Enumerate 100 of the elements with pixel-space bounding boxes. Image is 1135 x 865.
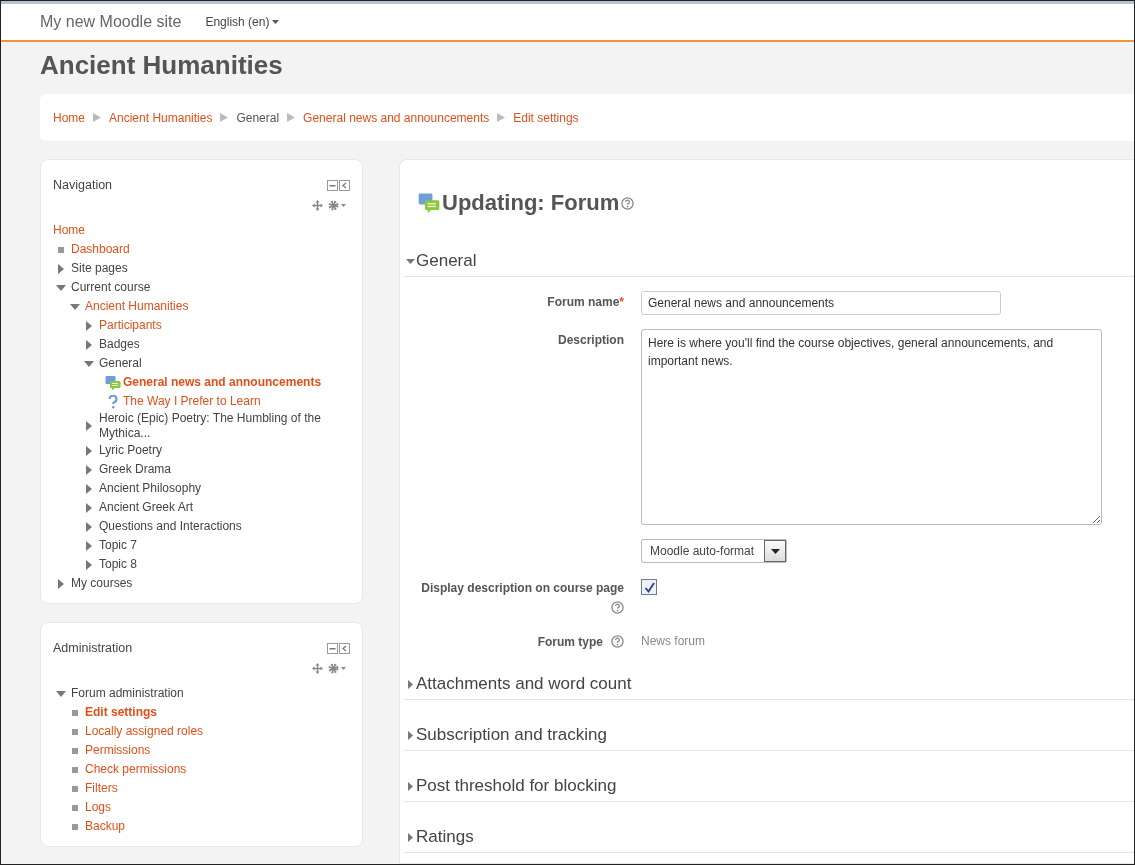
breadcrumb-link[interactable]: Home: [53, 110, 85, 125]
nav-item[interactable]: My courses: [71, 576, 133, 591]
section-title[interactable]: General: [416, 251, 477, 271]
nav-link[interactable]: The Way I Prefer to Learn: [123, 394, 261, 409]
nav-link[interactable]: Ancient Humanities: [85, 299, 189, 314]
field-label: Display description on course page: [421, 581, 624, 595]
nav-item[interactable]: Greek Drama: [99, 462, 172, 477]
caret-right-icon[interactable]: [86, 483, 92, 494]
format-select[interactable]: Moodle auto-format: [641, 539, 787, 563]
nav-item[interactable]: Badges: [99, 337, 140, 352]
bullet-icon: [72, 804, 78, 811]
separator-icon: [497, 113, 506, 122]
nav-item[interactable]: Site pages: [71, 261, 128, 276]
nav-link[interactable]: Logs: [85, 800, 112, 815]
nav-link[interactable]: Filters: [85, 781, 118, 796]
caret-right-icon[interactable]: [58, 263, 64, 274]
nav-item[interactable]: General: [99, 356, 142, 371]
caret-down-icon[interactable]: [56, 284, 66, 291]
bullet-icon: [72, 766, 78, 773]
nav-item[interactable]: Current course: [71, 280, 151, 295]
checkbox[interactable]: [641, 579, 657, 595]
nav-link[interactable]: Backup: [85, 819, 126, 834]
bullet-icon: [72, 709, 78, 716]
bullet-icon: [72, 785, 78, 792]
field-label: Description: [558, 333, 624, 347]
dock-icon[interactable]: [339, 179, 350, 191]
dock-icon[interactable]: [339, 642, 350, 654]
nav-link[interactable]: Check permissions: [85, 762, 187, 777]
caret-down-icon: [272, 20, 280, 24]
move-icon[interactable]: [312, 663, 323, 674]
bullet-icon: [72, 747, 78, 754]
nav-link[interactable]: Dashboard: [71, 242, 130, 257]
bullet-icon: [72, 728, 78, 735]
nav-item[interactable]: Questions and Interactions: [99, 519, 242, 534]
caret-right-icon[interactable]: [407, 832, 413, 842]
caret-right-icon[interactable]: [407, 679, 413, 689]
separator-icon: [287, 113, 296, 122]
nav-link[interactable]: Edit settings: [85, 705, 157, 720]
minimize-icon[interactable]: [327, 642, 338, 654]
nav-link[interactable]: General news and announcements: [123, 375, 322, 390]
help-icon[interactable]: [611, 635, 624, 648]
field-label: Forum name: [547, 295, 620, 309]
caret-right-icon[interactable]: [86, 464, 92, 475]
breadcrumb-link[interactable]: General news and announcements: [303, 110, 490, 125]
caret-right-icon[interactable]: [86, 502, 92, 513]
question-mark-icon: [108, 394, 118, 409]
block-title: Navigation: [53, 178, 113, 192]
move-icon[interactable]: [312, 200, 323, 211]
breadcrumb-item: General: [236, 110, 280, 125]
caret-down-icon[interactable]: [84, 360, 94, 367]
caret-right-icon[interactable]: [86, 320, 92, 331]
nav-item[interactable]: Ancient Greek Art: [99, 500, 194, 515]
section-title[interactable]: Subscription and tracking: [416, 725, 607, 745]
chat-bubbles-icon: [105, 374, 121, 391]
nav-link[interactable]: Home: [53, 223, 85, 238]
help-icon[interactable]: [611, 601, 624, 614]
caret-down-icon[interactable]: [56, 690, 66, 697]
block-title: Administration: [53, 641, 133, 655]
section-title[interactable]: Attachments and word count: [416, 674, 632, 694]
help-icon[interactable]: [621, 196, 635, 210]
caret-right-icon[interactable]: [86, 559, 92, 570]
section-title[interactable]: Post threshold for blocking: [416, 776, 617, 796]
chat-bubbles-icon: [418, 192, 440, 214]
caret-right-icon[interactable]: [58, 578, 64, 589]
nav-item[interactable]: Lyric Poetry: [99, 443, 162, 458]
language-menu[interactable]: English (en): [205, 15, 280, 29]
nav-item[interactable]: Topic 8: [99, 557, 138, 572]
caret-right-icon[interactable]: [86, 421, 92, 431]
caret-right-icon[interactable]: [407, 781, 413, 791]
separator-icon: [220, 113, 229, 122]
page-heading: Updating: Forum: [442, 190, 620, 216]
gear-icon[interactable]: [328, 200, 346, 211]
nav-item[interactable]: Heroic (Epic) Poetry: The Humbling of the Mythica...: [99, 411, 350, 441]
nav-link[interactable]: Locally assigned roles: [85, 724, 204, 739]
nav-item[interactable]: Topic 7: [99, 538, 138, 553]
site-name[interactable]: My new Moodle site: [40, 13, 182, 31]
breadcrumb-link[interactable]: Ancient Humanities: [109, 110, 213, 125]
forum-name-field[interactable]: General news and announcements: [641, 291, 1001, 315]
caret-right-icon[interactable]: [86, 521, 92, 532]
caret-right-icon[interactable]: [86, 339, 92, 350]
bullet-icon: [58, 246, 64, 253]
caret-right-icon[interactable]: [86, 540, 92, 551]
caret-down-icon[interactable]: [405, 258, 415, 264]
breadcrumb-link[interactable]: Edit settings: [513, 110, 579, 125]
caret-right-icon[interactable]: [407, 730, 413, 740]
section-title[interactable]: Ratings: [416, 827, 474, 847]
nav-item[interactable]: Forum administration: [71, 686, 184, 701]
required-mark: *: [619, 295, 624, 309]
bullet-icon: [72, 823, 78, 830]
nav-link[interactable]: Participants: [99, 318, 162, 333]
gear-icon[interactable]: [328, 663, 346, 674]
caret-down-icon[interactable]: [70, 303, 80, 310]
minimize-icon[interactable]: [327, 179, 338, 191]
field-label: Forum type: [537, 635, 603, 649]
nav-item[interactable]: Ancient Philosophy: [99, 481, 202, 496]
nav-link[interactable]: Permissions: [85, 743, 151, 758]
description-field[interactable]: Here is where you'll find the course objectives, general announcements, and important news.: [641, 329, 1102, 525]
caret-down-icon: [770, 548, 780, 554]
caret-right-icon[interactable]: [86, 445, 92, 456]
page-title: Ancient Humanities: [40, 50, 284, 82]
